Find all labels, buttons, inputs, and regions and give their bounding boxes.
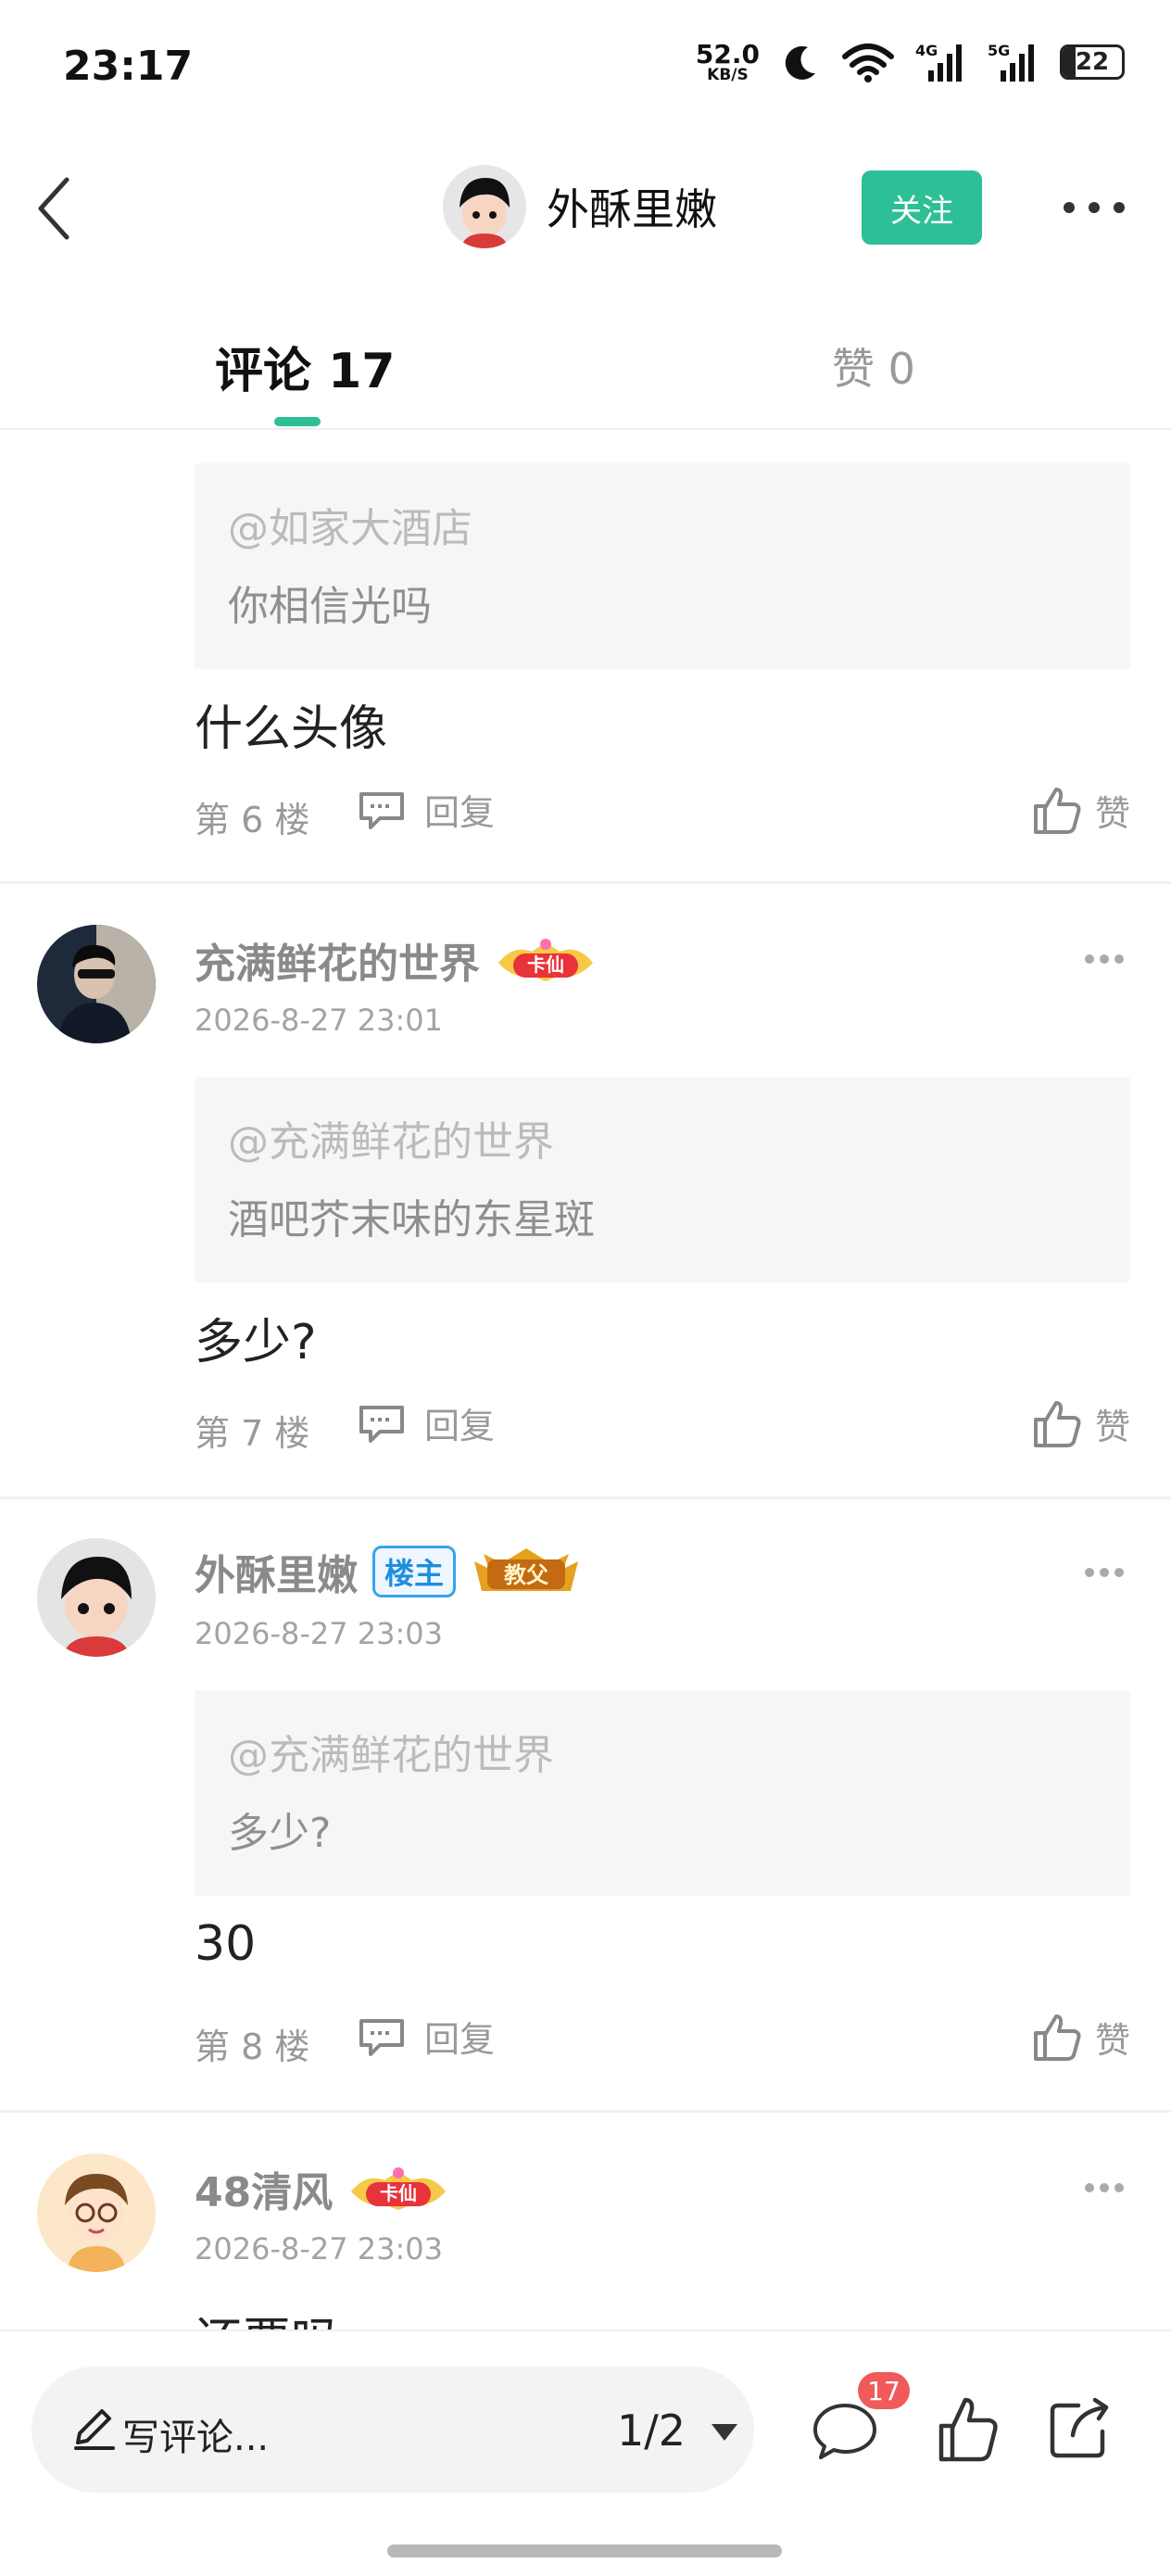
follow-button[interactable]: 关注 bbox=[862, 170, 982, 245]
active-tab-indicator bbox=[274, 417, 321, 426]
reply-icon bbox=[359, 1405, 404, 1443]
comment-more-icon[interactable] bbox=[1084, 2181, 1125, 2194]
commenter-name[interactable]: 外酥里嫩 bbox=[195, 1542, 358, 1601]
thumb-up-icon bbox=[1033, 1401, 1081, 1447]
comment-list: @如家大酒店 你相信光吗 什么头像 第 6 楼 回复 赞 充满鲜花的世界 卡仙 … bbox=[0, 430, 1171, 2330]
thumb-up-icon bbox=[1033, 788, 1081, 834]
signal-4g-icon: 4G bbox=[915, 42, 962, 82]
reply-label: 回复 bbox=[424, 792, 496, 833]
author-name[interactable]: 外酥里嫩 bbox=[547, 176, 717, 237]
comment-text: 还要吗 bbox=[195, 2302, 339, 2330]
floor-number: 第 7 楼 bbox=[195, 1413, 310, 1454]
reply-label: 回复 bbox=[424, 1406, 496, 1446]
back-icon[interactable] bbox=[26, 174, 82, 243]
comment-item: @如家大酒店 你相信光吗 什么头像 第 6 楼 回复 赞 bbox=[0, 430, 1171, 884]
quoted-user: @如家大酒店 bbox=[228, 505, 472, 552]
write-comment-input[interactable]: 写评论... 1/2 bbox=[31, 2367, 754, 2493]
network-speed-value: 52.0 bbox=[695, 38, 760, 69]
comment-text: 30 bbox=[195, 1916, 257, 1972]
tab-likes[interactable]: 赞 0 bbox=[832, 335, 915, 397]
svg-text:卡仙: 卡仙 bbox=[527, 953, 564, 976]
svg-text:5G: 5G bbox=[988, 42, 1010, 59]
author-avatar[interactable] bbox=[443, 165, 526, 248]
svg-text:教父: 教父 bbox=[504, 1562, 549, 1588]
comment-item: 外酥里嫩 楼主 教父 2026-8-27 23:03 @充满鲜花的世界 多少? … bbox=[0, 1499, 1171, 2113]
wifi-icon bbox=[842, 44, 894, 82]
comment-time: 2026-8-27 23:03 bbox=[195, 2231, 443, 2267]
signal-5g-icon: 5G bbox=[988, 42, 1034, 82]
thumb-up-icon bbox=[1033, 2014, 1081, 2061]
commenter-name[interactable]: 48清风 bbox=[195, 2159, 333, 2218]
level-badge-icon: 教父 bbox=[474, 1548, 579, 1591]
comment-text: 什么头像 bbox=[195, 701, 388, 757]
comment-footer: 第 6 楼 回复 赞 bbox=[195, 784, 1130, 840]
page-indicator[interactable]: 1/2 bbox=[617, 2406, 686, 2456]
tab-comments[interactable]: 评论 17 bbox=[215, 332, 395, 401]
svg-text:4G: 4G bbox=[915, 42, 938, 59]
author-info[interactable]: 外酥里嫩 bbox=[443, 165, 717, 248]
battery-level: 22 bbox=[1075, 48, 1110, 76]
comment-footer: 第 7 楼 回复 赞 bbox=[195, 1397, 1130, 1454]
share-icon[interactable] bbox=[1043, 2393, 1115, 2465]
commenter-avatar[interactable] bbox=[37, 1538, 156, 1657]
quoted-text: 酒吧芥末味的东星斑 bbox=[228, 1196, 595, 1244]
home-indicator[interactable] bbox=[387, 2544, 782, 2557]
more-options-icon[interactable] bbox=[1062, 196, 1127, 219]
reply-icon bbox=[359, 2018, 404, 2056]
reply-label: 回复 bbox=[424, 2019, 496, 2060]
comment-more-icon[interactable] bbox=[1084, 1566, 1125, 1579]
level-badge-icon: 卡仙 bbox=[498, 939, 593, 981]
quoted-comment[interactable]: @如家大酒店 你相信光吗 bbox=[195, 463, 1130, 669]
reply-button[interactable]: 回复 bbox=[356, 1397, 495, 1448]
like-button[interactable]: 赞 bbox=[1030, 2011, 1130, 2063]
caret-down-icon[interactable] bbox=[706, 2418, 743, 2446]
like-label: 赞 bbox=[1094, 2019, 1130, 2061]
pencil-icon bbox=[74, 2409, 115, 2450]
post-header: 外酥里嫩 关注 bbox=[0, 139, 1171, 278]
status-bar: 23:17 52.0 KB/S 4G 5G 22 bbox=[0, 0, 1171, 139]
quoted-user: @充满鲜花的世界 bbox=[228, 1732, 554, 1779]
like-label: 赞 bbox=[1094, 1406, 1130, 1447]
status-time: 23:17 bbox=[63, 43, 194, 90]
commenter-avatar[interactable] bbox=[37, 2153, 156, 2272]
svg-text:卡仙: 卡仙 bbox=[380, 2182, 417, 2204]
comment-time: 2026-8-27 23:03 bbox=[195, 1616, 443, 1651]
reply-button[interactable]: 回复 bbox=[356, 2011, 495, 2062]
moon-icon bbox=[785, 45, 815, 80]
commenter-info: 充满鲜花的世界 卡仙 bbox=[195, 930, 597, 990]
battery-icon: 22 bbox=[1060, 44, 1125, 80]
level-badge-icon: 卡仙 bbox=[351, 2167, 447, 2210]
quoted-comment[interactable]: @充满鲜花的世界 多少? bbox=[195, 1690, 1130, 1896]
quoted-text: 多少? bbox=[228, 1810, 332, 1857]
comment-count-badge: 17 bbox=[858, 2372, 910, 2409]
commenter-info: 外酥里嫩 楼主 教父 bbox=[195, 1542, 582, 1601]
comment-more-icon[interactable] bbox=[1084, 953, 1125, 966]
network-speed: 52.0 KB/S bbox=[695, 38, 760, 84]
like-button[interactable]: 赞 bbox=[1030, 1397, 1130, 1449]
like-button[interactable]: 赞 bbox=[1030, 784, 1130, 836]
thumb-up-icon[interactable] bbox=[934, 2393, 1001, 2467]
tab-bar: 评论 17 赞 0 bbox=[0, 278, 1171, 430]
floor-number: 第 6 楼 bbox=[195, 800, 310, 840]
reply-button[interactable]: 回复 bbox=[356, 784, 495, 835]
floor-number: 第 8 楼 bbox=[195, 2027, 310, 2067]
comment-time: 2026-8-27 23:01 bbox=[195, 1003, 443, 1038]
comment-footer: 第 8 楼 回复 赞 bbox=[195, 2011, 1130, 2067]
comment-item: 充满鲜花的世界 卡仙 2026-8-27 23:01 @充满鲜花的世界 酒吧芥末… bbox=[0, 884, 1171, 1499]
comment-text: 多少? bbox=[195, 1315, 317, 1370]
quoted-comment[interactable]: @充满鲜花的世界 酒吧芥末味的东星斑 bbox=[195, 1077, 1130, 1282]
commenter-avatar[interactable] bbox=[37, 925, 156, 1043]
reply-icon bbox=[359, 791, 404, 829]
status-icons: 52.0 KB/S 4G 5G 22 bbox=[696, 41, 1125, 83]
bottom-action-bar: 写评论... 1/2 17 bbox=[0, 2330, 1171, 2576]
quoted-text: 你相信光吗 bbox=[228, 583, 432, 630]
quoted-user: @充满鲜花的世界 bbox=[228, 1118, 554, 1166]
owner-badge: 楼主 bbox=[372, 1546, 457, 1597]
write-comment-placeholder: 写评论... bbox=[122, 2417, 270, 2459]
comment-item: 48清风 卡仙 2026-8-27 23:03 还要吗 bbox=[0, 2113, 1171, 2330]
commenter-name[interactable]: 充满鲜花的世界 bbox=[195, 930, 480, 990]
network-speed-unit: KB/S bbox=[707, 65, 749, 84]
like-label: 赞 bbox=[1094, 792, 1130, 834]
commenter-info: 48清风 卡仙 bbox=[195, 2159, 449, 2218]
